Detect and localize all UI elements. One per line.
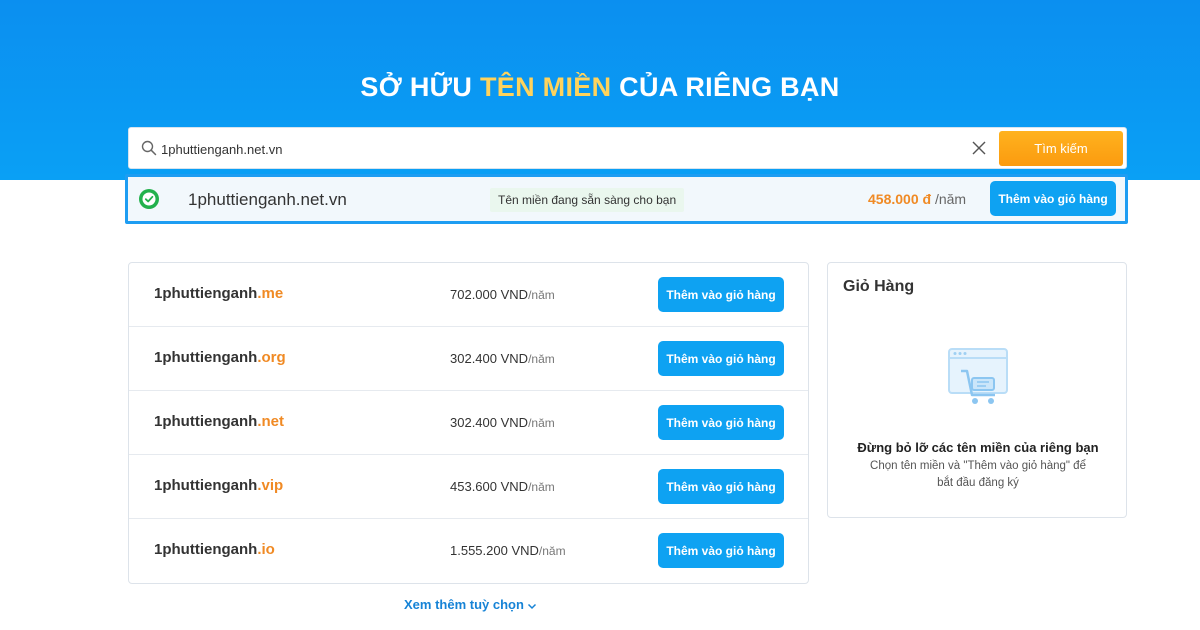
domain-name: 1phuttienganh.org [154,349,286,366]
cart-title: Giỏ Hàng [843,278,915,295]
show-more-label: Xem thêm tuỳ chọn [404,597,524,612]
domain-search-bar: Tìm kiếm [128,127,1127,169]
domain-list-item: 1phuttienganh.io 1.555.200 VND/năm Thêm … [129,519,808,583]
search-result-row: 1phuttienganh.net.vn Tên miền đang sẵn s… [125,174,1128,224]
domain-list-item: 1phuttienganh.org 302.400 VND/năm Thêm v… [129,327,808,391]
availability-badge: Tên miền đang sẵn sàng cho bạn [490,188,685,212]
domain-name: 1phuttienganh.net [154,413,284,430]
cart-panel: Giỏ Hàng Đừng bỏ lỡ các tên miền của riê… [827,262,1127,518]
domain-tld: .net [257,413,284,430]
domain-list-item: 1phuttienganh.vip 453.600 VND/năm Thêm v… [129,455,808,519]
domain-tld: .io [257,541,275,558]
cart-empty-description: Chọn tên miền và "Thêm vào giỏ hàng" để … [870,460,1086,489]
add-to-cart-button[interactable]: Thêm vào giỏ hàng [658,469,784,504]
cart-browser-icon [948,348,1008,404]
add-to-cart-button[interactable]: Thêm vào giỏ hàng [658,533,784,568]
domain-name: 1phuttienganh.vip [154,477,284,494]
domain-list-item: 1phuttienganh.net 302.400 VND/năm Thêm v… [129,391,808,455]
domain-price: 453.600 VND/năm [450,479,555,494]
search-icon [141,140,157,156]
search-button[interactable]: Tìm kiếm [999,131,1123,166]
check-circle-icon [139,189,159,209]
close-icon[interactable] [971,140,987,156]
price-unit: /năm [931,191,967,207]
cart-empty-title: Đừng bỏ lỡ các tên miền của riêng bạn [857,440,1099,455]
add-to-cart-button[interactable]: Thêm vào giỏ hàng [990,181,1116,216]
chevron-down-icon [527,603,536,609]
show-more-link[interactable]: Xem thêm tuỳ chọn [404,597,537,612]
domain-suggestion-list: 1phuttienganh.me 702.000 VND/năm Thêm và… [128,262,809,584]
domain-list-item: 1phuttienganh.me 702.000 VND/năm Thêm và… [129,263,808,327]
add-to-cart-button[interactable]: Thêm vào giỏ hàng [658,341,784,376]
domain-price: 702.000 VND/năm [450,287,555,302]
domain-name: 1phuttienganh.io [154,541,275,558]
title-highlight: TÊN MIỀN [479,72,612,102]
domain-price: 1.555.200 VND/năm [450,543,566,558]
domain-price: 302.400 VND/năm [450,415,555,430]
domain-tld: .org [257,349,286,366]
domain-tld: .me [257,285,284,302]
add-to-cart-button[interactable]: Thêm vào giỏ hàng [658,405,784,440]
page-title: SỞ HỮU TÊN MIỀN CỦA RIÊNG BẠN [360,72,840,102]
domain-tld: .vip [257,477,284,494]
result-domain-name: 1phuttienganh.net.vn [188,190,347,209]
add-to-cart-button[interactable]: Thêm vào giỏ hàng [658,277,784,312]
result-price: 458.000 đ /năm [868,191,967,207]
domain-name: 1phuttienganh.me [154,285,284,302]
domain-price: 302.400 VND/năm [450,351,555,366]
search-input[interactable] [161,137,961,161]
